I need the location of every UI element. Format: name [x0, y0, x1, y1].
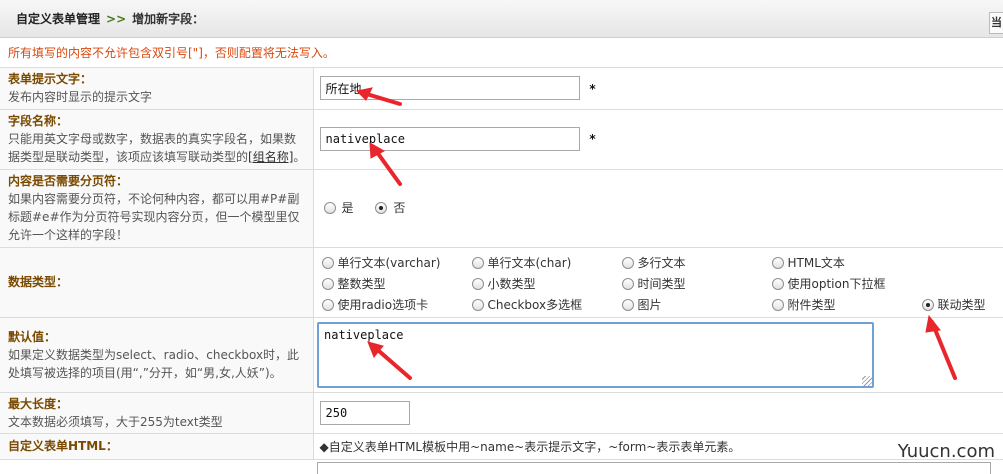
row-paging: 内容是否需要分页符： 如果内容需要分页符，不论何种内容，都可以用#P#副标题#e…: [0, 169, 1003, 248]
row-data-type: 数据类型： 单行文本(varchar) 单行文本(char) 多行文本 HTML…: [0, 247, 1003, 318]
type-char[interactable]: 单行文本(char): [471, 254, 571, 271]
prompt-desc: 发布内容时显示的提示文字: [8, 90, 153, 105]
html-template-note: ◆自定义表单HTML模板中用~name~表示提示文字，~form~表示表单元素。: [319, 439, 741, 454]
type-select[interactable]: 使用option下拉框: [771, 275, 885, 292]
type-radio-selected[interactable]: [921, 298, 934, 311]
default-value-desc: 如果定义数据类型为select、radio、checkbox时，此处填写被选择的…: [8, 347, 300, 380]
corner-button[interactable]: 当: [989, 12, 1003, 34]
paging-no-option[interactable]: 否: [375, 199, 405, 216]
type-decimal[interactable]: 小数类型: [471, 275, 536, 292]
watermark: Yuucn.com: [897, 441, 995, 462]
page-header: 自定义表单管理 >> 增加新字段： 当: [0, 0, 1003, 38]
type-radio[interactable]: [771, 256, 784, 269]
max-length-input[interactable]: [319, 400, 410, 425]
breadcrumb-separator: >>: [106, 11, 127, 26]
required-mark: *: [589, 132, 596, 146]
field-name-label: 字段名称：: [8, 114, 69, 128]
paging-yes-radio[interactable]: [323, 201, 336, 214]
type-radio[interactable]: [771, 298, 784, 311]
type-radio[interactable]: [471, 298, 484, 311]
type-radio[interactable]: [321, 298, 334, 311]
prompt-label: 表单提示文字：: [8, 72, 93, 87]
type-radio[interactable]: [471, 256, 484, 269]
type-radio[interactable]: [621, 256, 634, 269]
type-integer[interactable]: 整数类型: [321, 275, 386, 292]
data-type-options: 单行文本(varchar) 单行文本(char) 多行文本 HTML文本 整数类…: [314, 249, 1003, 315]
type-radio[interactable]: [471, 277, 484, 290]
textarea-resize-grip[interactable]: [862, 376, 872, 386]
row-max-length: 最大长度： 文本数据必须填写，大于255为text类型: [0, 392, 1003, 434]
type-html[interactable]: HTML文本: [771, 254, 845, 271]
row-field-name: 字段名称： 只能用英文字母或数字，数据表的真实字段名，如果数据类型是联动类型，该…: [0, 109, 1003, 170]
type-radio[interactable]: [321, 277, 334, 290]
type-image[interactable]: 图片: [621, 296, 662, 313]
type-linkage[interactable]: 联动类型: [921, 296, 986, 313]
type-radio[interactable]: [621, 298, 634, 311]
type-attachment[interactable]: 附件类型: [771, 296, 836, 313]
warning-message: 所有填写的内容不允许包含双引号["]，否则配置将无法写入。: [0, 38, 1003, 68]
paging-no-radio[interactable]: [375, 201, 388, 214]
field-form: 表单提示文字： 发布内容时显示的提示文字 * 字段名称： 只能用英文字母或数字，…: [0, 68, 1003, 460]
type-time[interactable]: 时间类型: [621, 275, 686, 292]
paging-yes-label: 是: [341, 201, 354, 216]
prompt-text-input[interactable]: [319, 76, 580, 101]
default-value-textarea[interactable]: nativeplace: [317, 322, 874, 388]
max-length-desc: 文本数据必须填写，大于255为text类型: [8, 414, 223, 429]
page-title: 自定义表单管理: [16, 12, 101, 26]
paging-desc: 如果内容需要分页符，不论何种内容，都可以用#P#副标题#e#作为分页符号实现内容…: [8, 192, 300, 242]
paging-label: 内容是否需要分页符：: [8, 174, 129, 188]
field-name-input[interactable]: [319, 127, 580, 151]
paging-no-label: 否: [393, 201, 406, 216]
html-template-textarea[interactable]: [317, 462, 991, 474]
required-mark: *: [589, 81, 596, 96]
row-html-template: 自定义表单HTML： ◆自定义表单HTML模板中用~name~表示提示文字，~f…: [0, 433, 1003, 460]
page-subtitle: 增加新字段：: [132, 12, 205, 26]
type-multiline[interactable]: 多行文本: [621, 254, 686, 271]
type-checkbox[interactable]: Checkbox多选框: [471, 296, 582, 313]
type-radio[interactable]: [621, 277, 634, 290]
type-varchar[interactable]: 单行文本(varchar): [321, 254, 440, 271]
group-name-link[interactable]: [组名称]: [248, 150, 293, 164]
type-radio-option[interactable]: 使用radio选项卡: [321, 296, 428, 313]
field-name-desc-end: 。: [293, 150, 306, 164]
type-radio[interactable]: [321, 256, 334, 269]
max-length-label: 最大长度：: [8, 396, 69, 411]
html-template-label: 自定义表单HTML：: [8, 439, 118, 453]
default-value-label: 默认值：: [8, 329, 57, 344]
paging-yes-option[interactable]: 是: [323, 199, 354, 216]
data-type-label: 数据类型：: [8, 275, 69, 289]
row-prompt-text: 表单提示文字： 发布内容时显示的提示文字 *: [0, 68, 1003, 110]
type-radio[interactable]: [771, 277, 784, 290]
